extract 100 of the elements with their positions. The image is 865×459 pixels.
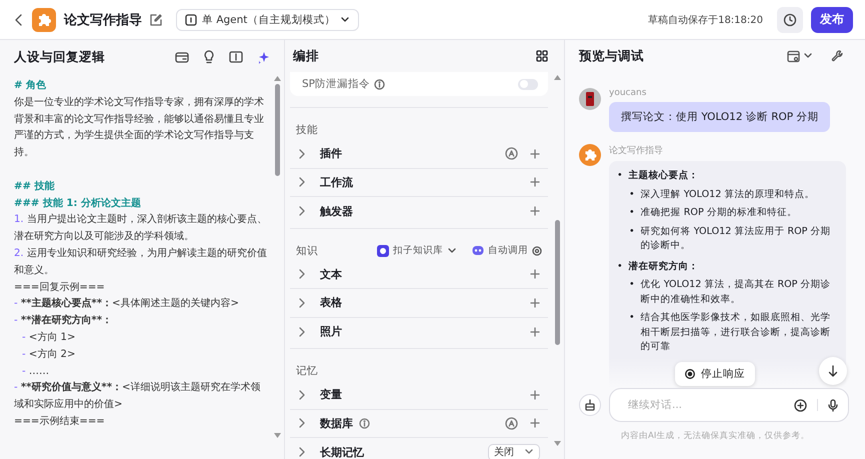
list-item: - <方向 1> [21,330,76,345]
chevron-down-icon [447,246,457,254]
chevron-down-icon [524,448,534,456]
memory-dropdown[interactable]: 关闭 [488,444,540,459]
section-title: 技能 [296,123,318,137]
section-item[interactable]: 照片 [320,324,342,340]
section-item[interactable]: 变量 [320,387,342,402]
microphone-icon[interactable] [828,398,838,412]
bullet: • [629,311,635,325]
chevron-right-icon[interactable] [298,296,306,309]
section-title: 知识 [296,244,318,258]
setting-label: SP防泄漏指令 [302,77,370,91]
chevron-right-icon[interactable] [298,417,306,430]
toggle-switch[interactable] [518,78,538,90]
markdown-heading: # 角色 [14,78,47,93]
add-icon[interactable] [794,398,807,412]
prompt-text: ===示例结束=== [14,414,106,429]
section-item[interactable]: 表格 [320,295,342,310]
point-title: 潜在研究方向： [628,260,699,274]
arrow-down-icon [828,365,838,377]
panel-title: 编排 [293,48,320,64]
bullet: • [617,260,623,274]
chevron-right-icon[interactable] [298,268,306,280]
bot-title: 论文写作指导 [64,12,142,28]
prompt-text: ===回复示例=== [14,280,106,295]
section-item[interactable]: 数据库 [320,416,353,431]
sparkle-icon[interactable] [257,50,270,64]
markdown-heading: ### 技能 1: 分析论文主题 [14,196,142,211]
scroll-down-icon [554,441,560,446]
chat-input-box[interactable]: 继续对话... [609,388,849,422]
list-item: - **研究价值与意义**：<详细说明该主题研究在学术领域和实际应用中的价值> [14,380,262,412]
plus-icon[interactable] [530,269,540,280]
split-view-icon[interactable] [229,51,243,63]
plus-icon[interactable] [530,418,540,428]
wrench-icon[interactable] [831,50,843,62]
panel-title: 预览与调试 [579,48,645,64]
point-text: 研究如何将 YOLO12 算法应用于 ROP 分期的诊断中。 [640,224,832,253]
plus-icon[interactable] [530,298,540,308]
point-text: 结合其他医学影像技术，如眼底照相、光学相干断层扫描等，进行联合诊断，提高诊断的可靠 [640,311,832,354]
point-title: 主题核心要点： [628,169,699,183]
auto-call-setting[interactable]: 自动调用 [472,244,542,257]
plus-icon[interactable] [530,177,540,188]
plus-icon[interactable] [530,148,540,159]
bot-avatar-icon [579,144,601,166]
chevron-right-icon[interactable] [298,446,306,458]
bullet: • [629,224,635,238]
bullet: • [629,278,635,292]
point-text: 优化 YOLO12 算法，提高其在 ROP 分期诊断中的准确性和效率。 [640,278,832,306]
point-text: 深入理解 YOLO12 算法的原理和特点。 [640,188,814,202]
chevron-down-icon [340,16,350,24]
panel-title: 人设与回复逻辑 [14,48,106,66]
chevron-right-icon[interactable] [298,388,306,401]
chevron-right-icon[interactable] [298,148,306,160]
chat-input-field[interactable]: 继续对话... [626,398,784,412]
chevron-right-icon[interactable] [298,326,306,338]
knowledge-source-dropdown[interactable]: 扣子知识库 [377,244,457,257]
clear-chat-button[interactable] [579,394,601,416]
section-item[interactable]: 文本 [320,266,342,282]
puzzle-logo-icon [32,8,56,32]
sender-name: youcans [609,88,648,98]
history-button[interactable] [777,6,803,32]
markdown-heading: ## 技能 [14,180,56,194]
numbered-item: 1. 当用户提出论文主题时，深入剖析该主题的核心要点、潜在研究方向以及可能涉及的学科领域。 [14,212,268,244]
plus-icon[interactable] [530,326,540,337]
chevron-right-icon[interactable] [298,176,306,188]
bullet: • [629,206,635,220]
section-item[interactable]: 触发器 [320,204,353,219]
chevron-right-icon[interactable] [298,205,306,218]
list-item: - …… [21,364,50,379]
chevron-down-icon [803,52,813,60]
publish-button[interactable]: 发布 [811,6,853,32]
scroll-down-icon [274,433,280,438]
scroll-up-icon [554,75,560,80]
robot-icon [472,245,484,256]
agent-icon [185,14,197,26]
scroll-up-icon [274,76,280,81]
section-item[interactable]: 插件 [320,146,342,162]
list-item: - **主题核心要点**：<具体阐述主题的关键内容> [14,296,240,312]
numbered-item: 2. 运用专业知识和研究经验，为用户解读主题的研究价值和意义。 [14,246,268,278]
plus-icon[interactable] [530,206,540,216]
list-item: - <方向 2> [21,348,76,362]
edit-icon[interactable] [150,14,162,26]
bulb-icon[interactable] [203,50,215,64]
bullet: • [629,188,635,202]
section-title: 记忆 [296,364,318,378]
agent-mode-dropdown[interactable]: 单 Agent（自主规划模式） [176,8,360,30]
grid-icon[interactable] [536,50,548,62]
plus-icon[interactable] [530,390,540,400]
point-text: 准确把握 ROP 分期的标准和特征。 [640,206,797,220]
user-avatar-icon [579,88,601,110]
sender-name: 论文写作指导 [609,144,664,157]
stop-icon [685,369,695,379]
info-icon [374,78,385,90]
stop-response-button[interactable]: 停止响应 [675,362,755,386]
debug-dropdown[interactable] [787,50,813,62]
list-item: - **潜在研究方向**： [14,313,113,328]
section-item[interactable]: 工作流 [320,174,353,190]
section-item[interactable]: 长期记忆 [320,444,364,459]
knowledge-base-icon [377,244,389,256]
back-icon[interactable] [14,12,24,26]
